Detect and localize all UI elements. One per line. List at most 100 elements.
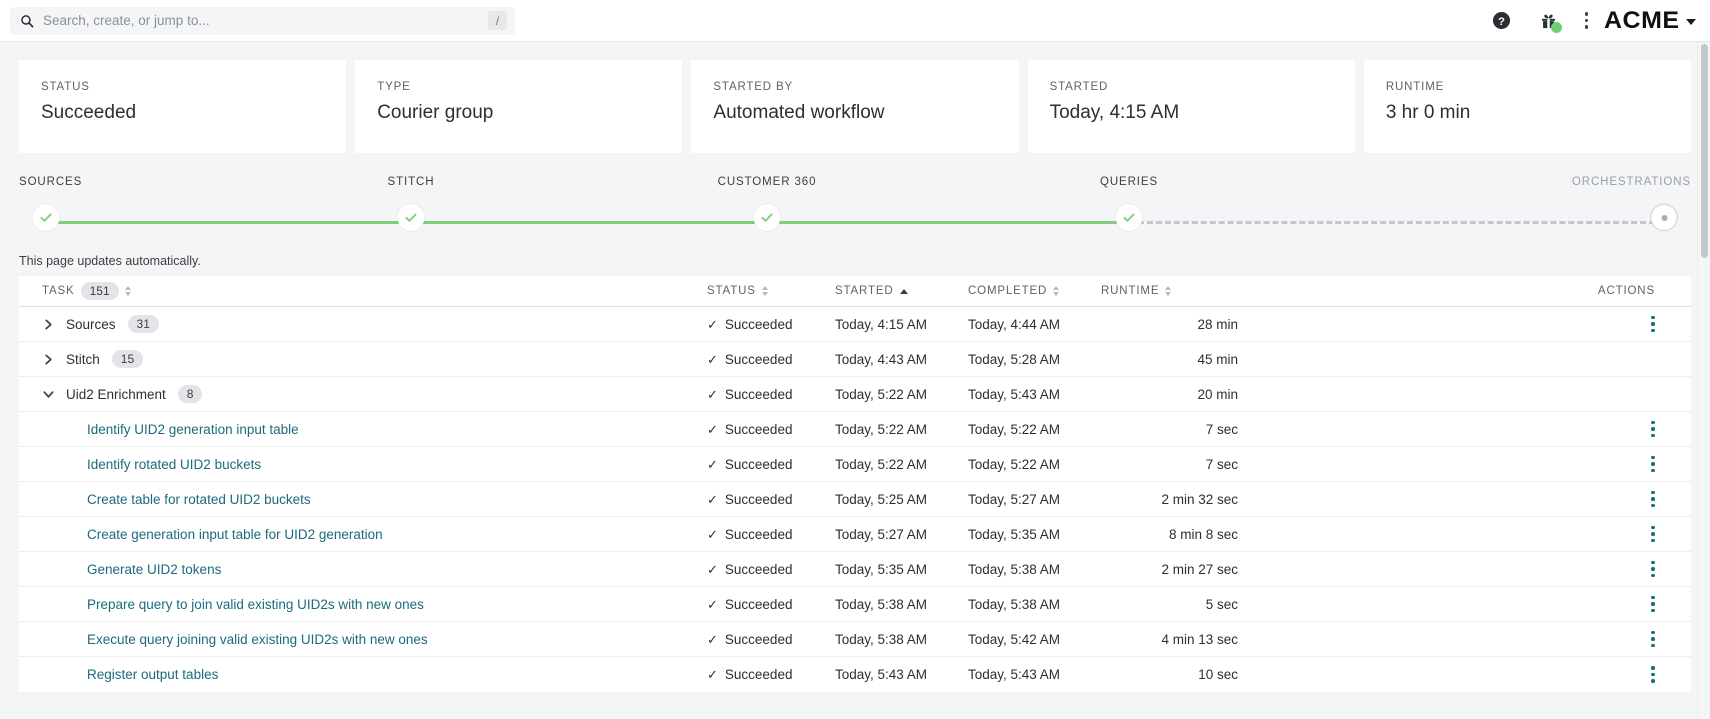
row-actions-menu-button[interactable] (1651, 315, 1655, 333)
page-scrollbar[interactable] (1697, 42, 1710, 719)
table-row[interactable]: Identify rotated UID2 buckets ✓ Succeeded T… (19, 447, 1691, 482)
card-label: STARTED BY (713, 81, 794, 93)
stepper-segment-2 (411, 221, 767, 224)
task-link[interactable]: Identify UID2 generation input table (87, 422, 299, 437)
column-header-started[interactable]: STARTED (835, 285, 968, 297)
task-row-label-cell: Register output tables (19, 667, 707, 682)
chevron-down-icon[interactable] (42, 388, 54, 400)
summary-card-started-by: STARTED BY Automated workflow (691, 60, 1019, 153)
help-button[interactable]: ? (1490, 10, 1512, 32)
stepper-segment-4 (1129, 221, 1664, 224)
cell-status: ✓ Succeeded (707, 387, 835, 402)
table-row[interactable]: Stitch 15 ✓ Succeeded Today, 4:43 AM Today, 5… (19, 342, 1691, 377)
step-node-orchestrations[interactable] (1650, 204, 1678, 231)
row-actions-menu-button[interactable] (1651, 490, 1655, 508)
cell-runtime: 5 sec (1205, 596, 1238, 612)
sort-icon-task[interactable] (124, 286, 131, 296)
table-row[interactable]: Prepare query to join valid existing UID… (19, 587, 1691, 622)
check-icon: ✓ (707, 456, 718, 472)
cell-actions (1276, 315, 1691, 333)
search-input[interactable] (43, 13, 479, 28)
cell-completed: Today, 5:43 AM (968, 667, 1061, 682)
column-header-task-label: TASK (42, 285, 75, 297)
table-row[interactable]: Execute query joining valid existing UID… (19, 622, 1691, 657)
table-header-row: TASK 151 STATUS STARTED COMPLETED RUNTIM… (19, 276, 1691, 307)
auto-update-note: This page updates automatically. (19, 254, 201, 268)
sort-icon-completed[interactable] (1053, 286, 1060, 296)
column-header-completed[interactable]: COMPLETED (968, 285, 1101, 297)
gift-notification-badge (1551, 21, 1563, 33)
brand-menu[interactable]: ACME (1604, 7, 1696, 35)
column-header-completed-label: COMPLETED (968, 285, 1048, 297)
step-node-sources[interactable] (32, 204, 60, 231)
table-row[interactable]: Uid2 Enrichment 8 ✓ Succeeded Today, 5:22 AM… (19, 377, 1691, 412)
cell-actions (1276, 560, 1691, 578)
status-text: Succeeded (724, 561, 793, 577)
stepper-labels: SOURCES STITCH CUSTOMER 360 QUERIES ORCH… (19, 176, 1691, 198)
check-icon: ✓ (707, 596, 718, 612)
cell-started: Today, 5:35 AM (835, 561, 928, 577)
cell-started: Today, 5:38 AM (835, 631, 928, 647)
step-node-customer-360[interactable] (753, 204, 781, 231)
cell-completed: Today, 5:38 AM (968, 596, 1061, 612)
task-link[interactable]: Generate UID2 tokens (87, 562, 221, 577)
cell-status: ✓ Succeeded (707, 457, 835, 472)
status-text: Succeeded (724, 351, 793, 367)
stepper-track (19, 204, 1691, 240)
more-options-button[interactable] (1584, 12, 1589, 29)
check-icon: ✓ (707, 526, 718, 542)
global-search[interactable]: / (10, 6, 515, 35)
sort-icon-status[interactable] (761, 286, 768, 296)
chevron-right-icon[interactable] (42, 353, 54, 365)
cell-started: Today, 4:43 AM (835, 351, 928, 367)
column-header-task[interactable]: TASK 151 (19, 282, 707, 300)
step-node-queries[interactable] (1115, 204, 1143, 231)
chevron-right-icon[interactable] (42, 318, 54, 330)
cell-completed: Today, 5:38 AM (968, 561, 1061, 577)
column-header-runtime[interactable]: RUNTIME (1101, 285, 1276, 297)
table-row[interactable]: Identify UID2 generation input table ✓ Suc… (19, 412, 1691, 447)
search-icon (21, 14, 34, 27)
table-row[interactable]: Generate UID2 tokens ✓ Succeeded Today, 5:3… (19, 552, 1691, 587)
cell-actions (1276, 595, 1691, 613)
row-actions-menu-button[interactable] (1651, 666, 1655, 683)
cell-started: Today, 5:22 AM (835, 421, 928, 437)
task-link[interactable]: Execute query joining valid existing UID… (87, 632, 428, 647)
column-header-status[interactable]: STATUS (707, 285, 835, 297)
cell-runtime: 2 min 27 sec (1161, 561, 1238, 577)
table-row[interactable]: Create table for rotated UID2 buckets ✓ Su… (19, 482, 1691, 517)
whats-new-button[interactable] (1537, 10, 1563, 33)
check-icon: ✓ (707, 631, 718, 647)
row-actions-menu-button[interactable] (1651, 630, 1655, 648)
task-count-badge: 151 (80, 282, 119, 300)
row-actions-menu-button[interactable] (1651, 525, 1655, 543)
row-actions-menu-button[interactable] (1651, 455, 1655, 473)
card-value: Automated workflow (713, 102, 885, 123)
card-label: STARTED (1049, 81, 1109, 93)
cell-actions (1276, 455, 1691, 473)
task-link[interactable]: Prepare query to join valid existing UID… (87, 597, 424, 612)
table-row[interactable]: Create generation input table for UID2 g… (19, 517, 1691, 552)
status-text: Succeeded (724, 456, 793, 472)
table-row[interactable]: Sources 31 ✓ Succeeded Today, 4:15 AM Today, … (19, 307, 1691, 342)
table-row[interactable]: Register output tables ✓ Succeeded Today, 5… (19, 657, 1691, 692)
row-actions-menu-button[interactable] (1651, 595, 1655, 613)
status-text: Succeeded (724, 667, 793, 682)
cell-started: Today, 5:43 AM (835, 667, 928, 682)
check-icon (40, 213, 52, 222)
sort-ascending-icon[interactable] (899, 288, 908, 294)
svg-text:?: ? (1498, 16, 1505, 28)
check-icon (1123, 213, 1135, 222)
check-icon: ✓ (707, 351, 718, 367)
step-node-stitch[interactable] (397, 204, 425, 231)
row-actions-menu-button[interactable] (1651, 560, 1655, 578)
task-link[interactable]: Identify rotated UID2 buckets (87, 457, 261, 472)
task-link[interactable]: Create generation input table for UID2 g… (87, 527, 383, 542)
cell-status: ✓ Succeeded (707, 667, 835, 682)
summary-card-type: TYPE Courier group (355, 60, 683, 153)
sort-icon-runtime[interactable] (1165, 286, 1172, 296)
task-link[interactable]: Register output tables (87, 667, 218, 682)
scrollbar-thumb[interactable] (1701, 44, 1708, 258)
task-link[interactable]: Create table for rotated UID2 buckets (87, 492, 311, 507)
row-actions-menu-button[interactable] (1651, 420, 1655, 438)
